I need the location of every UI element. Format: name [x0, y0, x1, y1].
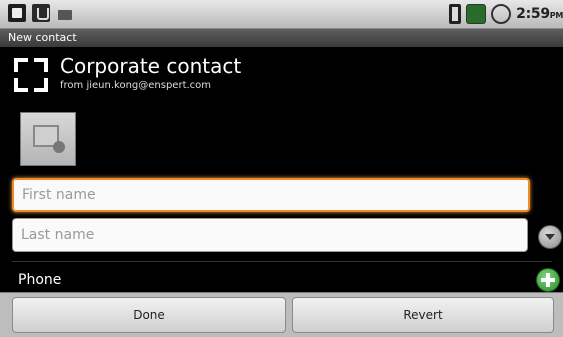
usb-icon: [32, 4, 50, 22]
last-name-field[interactable]: [12, 218, 528, 252]
sdcard-icon: [8, 4, 26, 22]
account-logo-icon: [14, 58, 48, 92]
expand-name-button[interactable]: [538, 225, 562, 249]
revert-button[interactable]: Revert: [292, 297, 554, 333]
window-title: New contact: [8, 31, 77, 44]
first-name-field[interactable]: [12, 178, 530, 212]
phone-section-label: Phone: [18, 272, 62, 288]
account-title: Corporate contact: [60, 54, 242, 78]
clock-ampm: PM: [549, 11, 563, 20]
clock-time: 2:59: [516, 6, 550, 22]
screen: 2:59PM New contact Corporate contact fro…: [0, 0, 563, 337]
add-photo-icon: [33, 125, 65, 153]
signal-icon: [466, 4, 487, 24]
account-subtitle: from jieun.kong@enspert.com: [60, 80, 212, 91]
status-clock: 2:59PM: [516, 6, 563, 22]
status-right: 2:59PM: [449, 4, 563, 24]
battery-icon: [449, 4, 462, 24]
alarm-icon: [491, 4, 512, 24]
divider: [12, 261, 552, 262]
contact-photo-button[interactable]: [20, 112, 76, 166]
button-bar: Done Revert: [0, 292, 563, 337]
account-header: Corporate contact from jieun.kong@ensper…: [14, 54, 534, 96]
download-icon: [56, 4, 74, 22]
status-left: [8, 4, 74, 22]
add-phone-button[interactable]: [536, 268, 560, 292]
status-bar: 2:59PM: [0, 0, 563, 29]
done-button[interactable]: Done: [12, 297, 286, 333]
title-bar: New contact: [0, 29, 563, 47]
